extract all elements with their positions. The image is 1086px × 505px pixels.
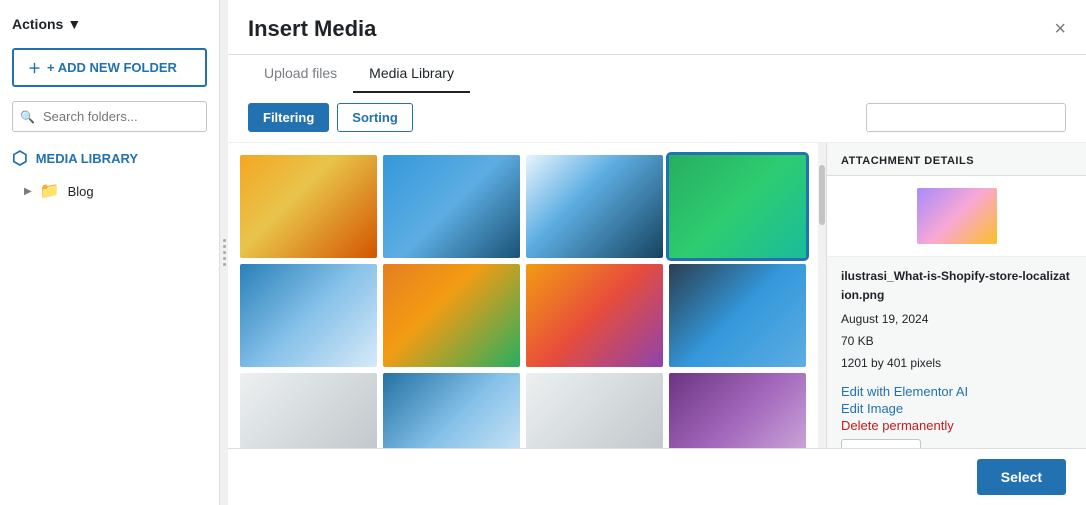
search-folders-container: 🔍: [12, 101, 207, 132]
add-new-folder-button[interactable]: ＋ + ADD NEW FOLDER: [12, 48, 207, 87]
tabs-bar: Upload files Media Library: [228, 55, 1086, 93]
folder-item-blog[interactable]: ▶ 📁 Blog: [0, 175, 219, 207]
search-icon: 🔍: [20, 110, 35, 124]
media-thumb-4[interactable]: [669, 155, 806, 258]
media-library-nav[interactable]: ⬡ MEDIA LIBRARY: [0, 138, 219, 175]
resize-handle[interactable]: [220, 0, 228, 505]
scrollbar-thumb: [819, 165, 825, 225]
attachment-info: ilustrasi_What-is-Shopify-store-localiza…: [827, 257, 1086, 384]
media-thumb-9[interactable]: [240, 373, 377, 449]
media-thumb-1[interactable]: [240, 155, 377, 258]
folder-chevron-icon: ▶: [24, 186, 32, 197]
search-media-input[interactable]: [866, 103, 1066, 132]
media-toolbar: Filtering Sorting: [228, 93, 1086, 143]
modal-footer: Select: [228, 448, 1086, 505]
delete-permanently-link[interactable]: Delete permanently: [841, 418, 1072, 433]
modal-header: Insert Media ×: [228, 0, 1086, 55]
insert-media-modal: Insert Media × Upload files Media Librar…: [228, 0, 1086, 505]
media-thumb-3[interactable]: [526, 155, 663, 258]
media-thumb-11[interactable]: [526, 373, 663, 449]
modal-title: Insert Media: [248, 16, 376, 54]
media-grid-wrap[interactable]: [228, 143, 818, 448]
attachment-size: 70 KB: [841, 331, 1072, 353]
attachment-dimensions: 1201 by 401 pixels: [841, 353, 1072, 375]
edit-elementor-link[interactable]: Edit with Elementor AI: [841, 384, 1072, 399]
sidebar: Actions ▼ ＋ + ADD NEW FOLDER 🔍 ⬡ MEDIA L…: [0, 0, 220, 505]
close-button[interactable]: ×: [1054, 19, 1066, 51]
media-grid: [240, 155, 806, 448]
tab-upload-files[interactable]: Upload files: [248, 55, 353, 93]
media-thumb-10[interactable]: [383, 373, 520, 449]
filtering-button[interactable]: Filtering: [248, 103, 329, 132]
attachment-details-panel: ATTACHMENT DETAILS ilustrasi_What-is-Sho…: [826, 143, 1086, 448]
media-thumb-12[interactable]: [669, 373, 806, 449]
actions-menu[interactable]: Actions ▼: [0, 8, 219, 40]
drag-dot: [223, 245, 226, 248]
edit-image-link[interactable]: Edit Image: [841, 401, 1072, 416]
content-area: ATTACHMENT DETAILS ilustrasi_What-is-Sho…: [228, 143, 1086, 448]
media-thumb-7[interactable]: [526, 264, 663, 367]
folder-name: Blog: [68, 184, 94, 199]
attachment-date: August 19, 2024: [841, 309, 1072, 331]
media-thumb-6[interactable]: [383, 264, 520, 367]
attachment-thumbnail-image: [917, 188, 997, 244]
drag-dot: [223, 239, 226, 242]
attachment-thumbnail-container: [827, 176, 1086, 257]
drag-dot: [223, 251, 226, 254]
drag-dot: [223, 263, 226, 266]
attachment-actions: Edit with Elementor AI Edit Image Delete…: [827, 384, 1086, 448]
chevron-down-icon: ▼: [67, 16, 81, 32]
attachment-filename: ilustrasi_What-is-Shopify-store-localiza…: [841, 267, 1072, 305]
select-button[interactable]: Select: [977, 459, 1066, 495]
duplicate-button[interactable]: Duplicate: [841, 439, 921, 448]
scrollbar-track[interactable]: [818, 143, 826, 448]
sorting-button[interactable]: Sorting: [337, 103, 413, 132]
tab-media-library[interactable]: Media Library: [353, 55, 470, 93]
add-folder-icon: ＋: [28, 58, 41, 77]
media-thumb-5[interactable]: [240, 264, 377, 367]
media-thumb-8[interactable]: [669, 264, 806, 367]
folder-icon: 📁: [40, 181, 60, 201]
media-library-label: MEDIA LIBRARY: [36, 151, 138, 166]
actions-label: Actions: [12, 16, 63, 32]
media-library-icon: ⬡: [12, 148, 28, 169]
attachment-header: ATTACHMENT DETAILS: [827, 143, 1086, 176]
search-folders-input[interactable]: [12, 101, 207, 132]
drag-dot: [223, 257, 226, 260]
media-thumb-2[interactable]: [383, 155, 520, 258]
